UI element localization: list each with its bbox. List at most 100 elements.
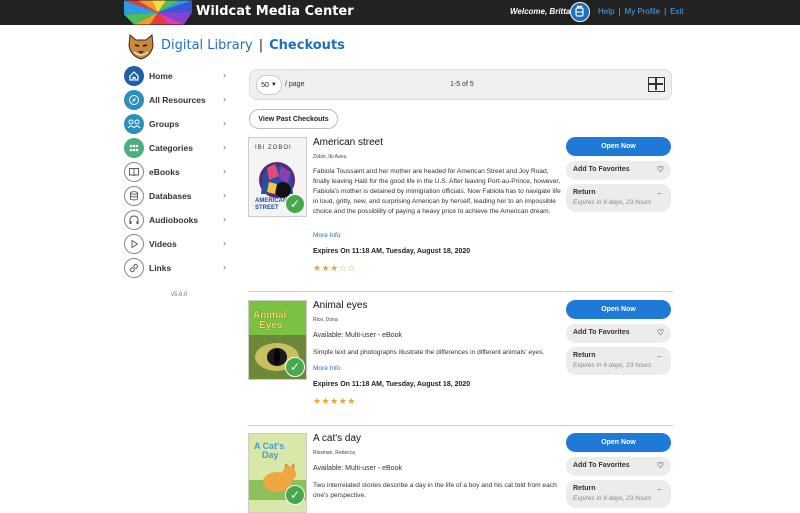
sidebar-item-label: Databases <box>149 191 192 201</box>
sidebar-item-ebooks[interactable]: eBooks › <box>124 160 234 184</box>
sidebar-item-label: All Resources <box>149 95 206 105</box>
open-now-button[interactable]: Open Now <box>566 300 671 319</box>
add-to-favorites-button[interactable]: Add To Favorites ♡ <box>566 324 671 343</box>
top-bar: Wildcat Media Center Welcome, Britta! He… <box>0 0 800 25</box>
return-expiry-text: Expires in 6 days, 23 hours <box>573 199 652 206</box>
chevron-right-icon: › <box>223 142 226 152</box>
sidebar-item-categories[interactable]: Categories › <box>124 136 234 160</box>
sidebar-item-all-resources[interactable]: All Resources › <box>124 88 234 112</box>
wildcat-mascot-icon <box>128 34 154 60</box>
sidebar-item-home[interactable]: Home › <box>124 64 234 88</box>
item-expires: Expires On 11:18 AM, Tuesday, August 18,… <box>313 381 471 388</box>
item-divider <box>248 291 673 292</box>
app-title: Wildcat Media Center <box>196 4 354 19</box>
sidebar-item-links[interactable]: Links › <box>124 256 234 280</box>
star-rating[interactable]: ★★★☆☆ <box>313 263 356 274</box>
per-page-label: / page <box>285 81 305 88</box>
button-label: Return <box>573 485 596 492</box>
sidebar-item-videos[interactable]: Videos › <box>124 232 234 256</box>
view-past-checkouts-button[interactable]: View Past Checkouts <box>249 109 338 129</box>
user-avatar[interactable] <box>570 2 590 22</box>
item-author: Zoboi, Ibi Aanu <box>313 154 347 160</box>
checked-out-check-icon: ✓ <box>285 485 305 505</box>
grid-dots-icon <box>124 138 144 158</box>
cover-title: AMERICAN STREET <box>255 198 287 212</box>
cover-title: Animal Eyes <box>253 311 286 331</box>
welcome-text: Welcome, Britta! <box>510 7 573 16</box>
sidebar-item-databases[interactable]: Databases › <box>124 184 234 208</box>
sidebar-nav: Home › All Resources › Groups › Categori… <box>124 64 234 298</box>
sidebar-item-label: Links <box>149 263 172 273</box>
grid-view-icon[interactable] <box>648 77 665 92</box>
sidebar-item-label: Categories <box>149 143 193 153</box>
item-title[interactable]: Animal eyes <box>313 300 367 311</box>
button-label: Add To Favorites <box>573 329 630 336</box>
item-author: Rice, Dona <box>313 317 338 323</box>
return-expiry-text: Expires in 6 days, 23 hours <box>573 362 652 369</box>
cover-title-line: AMERICAN <box>255 198 288 204</box>
home-icon <box>124 66 144 86</box>
breadcrumb-separator: | <box>258 38 264 53</box>
chevron-right-icon: › <box>223 70 226 80</box>
chevron-right-icon: › <box>223 118 226 128</box>
chevron-right-icon: › <box>223 166 226 176</box>
sidebar-item-label: Audiobooks <box>149 215 199 225</box>
chevron-right-icon: › <box>223 262 226 272</box>
sidebar-item-label: Home <box>149 71 173 81</box>
open-now-button[interactable]: Open Now <box>566 433 671 452</box>
open-now-button[interactable]: Open Now <box>566 137 671 156</box>
star-rating[interactable]: ★★★★★ <box>313 396 356 407</box>
chevron-right-icon: › <box>223 190 226 200</box>
chevron-right-icon: › <box>223 238 226 248</box>
book-icon <box>124 162 144 182</box>
return-button[interactable]: Return Expires in 6 days, 23 hours ← <box>566 347 671 375</box>
item-description: Simple text and photographs illustrate t… <box>313 349 545 356</box>
item-divider <box>248 425 673 426</box>
sidebar-item-audiobooks[interactable]: Audiobooks › <box>124 208 234 232</box>
top-links: Help | My Profile | Exit <box>598 7 684 16</box>
version-label: v5.6.0 <box>171 292 188 298</box>
link-icon <box>124 258 144 278</box>
breadcrumb-digital-library[interactable]: Digital Library <box>161 38 253 53</box>
breadcrumb: Digital Library | Checkouts <box>161 38 345 53</box>
item-title[interactable]: American street <box>313 137 383 148</box>
cover-title: A Cat's Day <box>254 442 284 460</box>
item-author: Rissman, Rebecca <box>313 450 355 456</box>
my-profile-link[interactable]: My Profile <box>625 7 661 16</box>
checkout-item: Animal Eyes ✓ Animal eyes Rice, Dona Avai… <box>248 300 673 415</box>
cover-title-line: STREET <box>255 205 279 211</box>
button-label: Add To Favorites <box>573 166 630 173</box>
sidebar-item-groups[interactable]: Groups › <box>124 112 234 136</box>
heart-icon: ♡ <box>656 328 664 337</box>
item-description: Two interrelated stories describe a day … <box>313 482 557 499</box>
page-title: Checkouts <box>269 38 345 53</box>
item-expires: Expires On 11:18 AM, Tuesday, August 18,… <box>313 248 471 255</box>
heart-icon: ♡ <box>656 461 664 470</box>
per-page-value: 50 <box>261 81 269 89</box>
item-availability: Available: Multi-user - eBook <box>313 465 402 472</box>
play-icon <box>124 234 144 254</box>
results-count: 1-5 of 5 <box>450 81 474 88</box>
arrow-left-icon: ← <box>656 351 664 360</box>
per-page-select[interactable]: 50 ▼ <box>256 75 282 95</box>
return-button[interactable]: Return Expires in 6 days, 23 hours ← <box>566 480 671 508</box>
return-button[interactable]: Return Expires in 6 days, 23 hours ← <box>566 184 671 212</box>
pinwheel-logo-icon <box>124 0 192 25</box>
more-info-link[interactable]: More Info <box>313 232 340 239</box>
more-info-link[interactable]: More Info <box>313 365 340 372</box>
exit-link[interactable]: Exit <box>670 7 683 16</box>
help-link[interactable]: Help <box>598 7 614 16</box>
add-to-favorites-button[interactable]: Add To Favorites ♡ <box>566 457 671 476</box>
caret-down-icon: ▼ <box>270 82 277 88</box>
database-icon <box>124 186 144 206</box>
add-to-favorites-button[interactable]: Add To Favorites ♡ <box>566 161 671 180</box>
compass-icon <box>124 90 144 110</box>
button-label: Return <box>573 189 596 196</box>
headphones-icon <box>124 210 144 230</box>
checked-out-check-icon: ✓ <box>285 357 305 377</box>
sidebar-item-label: Videos <box>149 239 177 249</box>
link-separator: | <box>664 7 667 16</box>
checked-out-check-icon: ✓ <box>285 194 305 214</box>
cover-title-line: Eyes <box>259 320 283 331</box>
item-title[interactable]: A cat's day <box>313 433 361 444</box>
